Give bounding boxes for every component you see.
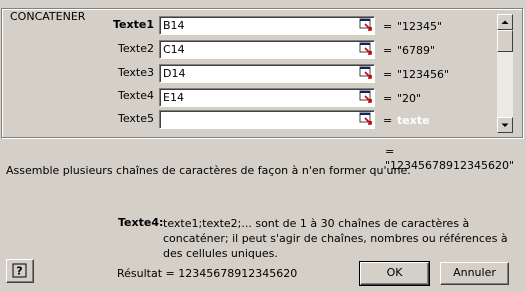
collapse-dialog-icon[interactable] [359, 90, 373, 105]
scroll-up-button[interactable] [497, 14, 513, 30]
arg-input-texte2[interactable] [163, 42, 353, 57]
svg-text:?: ? [16, 265, 22, 278]
argument-help-text: texte1;texte2;... sont de 1 à 30 chaînes… [163, 217, 508, 260]
arg-result-texte1: = "12345" [383, 20, 443, 33]
help-button[interactable]: ? [6, 259, 34, 283]
question-mark-icon: ? [12, 263, 27, 278]
collapse-dialog-icon[interactable] [359, 18, 373, 33]
arg-field-texte1[interactable] [159, 16, 375, 35]
arg-label-texte2: Texte2 [117, 42, 154, 55]
arg-field-texte3[interactable] [159, 64, 375, 83]
arg-label-texte3: Texte3 [117, 66, 154, 79]
arg-input-texte4[interactable] [163, 90, 353, 105]
arg-input-texte3[interactable] [163, 66, 353, 81]
arg-field-texte2[interactable] [159, 40, 375, 59]
arguments-scrollbar[interactable] [497, 14, 513, 133]
collapse-dialog-icon[interactable] [359, 112, 373, 127]
formula-result: Résultat = 12345678912345620 [117, 267, 298, 280]
ok-button[interactable]: OK [359, 261, 430, 286]
arg-input-texte1[interactable] [163, 18, 353, 33]
arg-result-texte2: = "6789" [383, 44, 436, 57]
arg-label-texte4: Texte4 [117, 89, 154, 102]
function-description: Assemble plusieurs chaînes de caractères… [6, 164, 411, 177]
arg-result-texte4: = "20" [383, 92, 422, 105]
scroll-thumb[interactable] [497, 30, 513, 52]
argument-help-name: Texte4: [118, 216, 164, 229]
arg-field-texte5[interactable] [159, 110, 375, 129]
arg-label-texte5: Texte5 [117, 112, 154, 125]
arg-input-texte5[interactable] [163, 112, 353, 127]
arrow-up-icon [501, 20, 509, 24]
cancel-button[interactable]: Annuler [440, 262, 509, 285]
function-arguments-dialog: CONCATENER Texte1 ="12345" Texte2 ="6789… [0, 0, 526, 292]
arg-field-texte4[interactable] [159, 88, 375, 107]
collapse-dialog-icon[interactable] [359, 66, 373, 81]
arg-result-texte5: = texte [383, 114, 430, 127]
arrow-down-icon [501, 123, 509, 127]
arg-label-texte1: Texte1 [113, 18, 154, 31]
scroll-down-button[interactable] [497, 117, 513, 133]
collapse-dialog-icon[interactable] [359, 42, 373, 57]
arg-result-texte3: = "123456" [383, 68, 450, 81]
